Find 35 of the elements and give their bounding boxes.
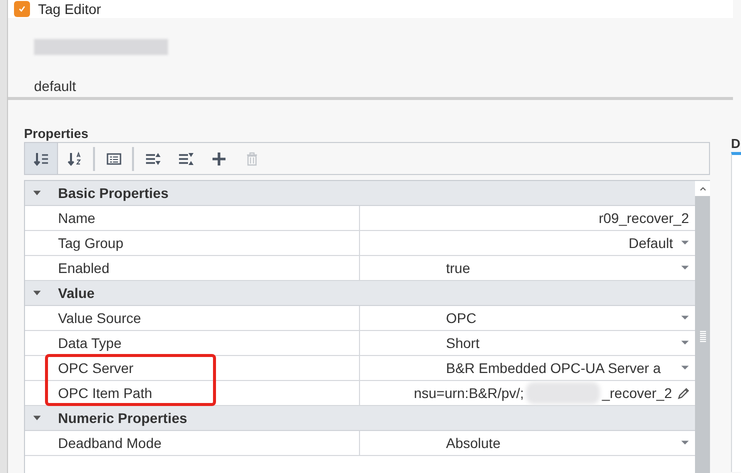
property-label: Enabled <box>58 258 110 278</box>
sort-down-list-icon <box>33 150 49 166</box>
category-heading: Value <box>58 284 95 302</box>
property-value[interactable]: true <box>446 258 679 278</box>
property-label: OPC Item Path <box>58 384 152 402</box>
category-heading: Basic Properties <box>58 184 168 203</box>
collapse-all-icon <box>178 150 194 166</box>
expand-all-icon <box>144 150 160 166</box>
property-label: Deadband Mode <box>58 434 162 452</box>
list-details-icon <box>106 150 122 166</box>
scrollbar[interactable] <box>695 181 710 473</box>
toolbar-button[interactable] <box>25 143 58 174</box>
property-value[interactable]: Default <box>628 232 673 254</box>
add-icon <box>210 150 226 166</box>
property-label: Tag Group <box>58 234 124 253</box>
check-icon <box>17 4 27 14</box>
property-value[interactable]: OPC <box>446 308 679 328</box>
sort-alphabetical-icon <box>66 150 82 166</box>
property-value[interactable]: r09_recover_2 <box>598 208 689 228</box>
section-heading: Properties <box>24 125 90 142</box>
category-heading: Numeric Properties <box>58 408 188 428</box>
provider-name: default <box>34 77 78 96</box>
property-value[interactable]: Short <box>446 332 679 354</box>
property-value[interactable]: nsu=urn:B&R/pv/; <box>414 382 524 404</box>
edit-pencil-icon[interactable] <box>676 386 691 400</box>
property-value[interactable]: _recover_2 <box>602 382 672 404</box>
property-label: Value Source <box>58 308 142 328</box>
property-label: OPC Server <box>58 358 134 378</box>
property-label: Name <box>58 208 96 228</box>
property-label: Data Type <box>58 334 122 353</box>
property-value[interactable]: Absolute <box>446 432 679 454</box>
panel-heading: D <box>731 135 741 150</box>
property-value[interactable]: B&R Embedded OPC-UA Server a <box>446 358 679 378</box>
scroll-grip-icon[interactable] <box>700 331 706 342</box>
window-title: Tag Editor <box>38 0 102 18</box>
